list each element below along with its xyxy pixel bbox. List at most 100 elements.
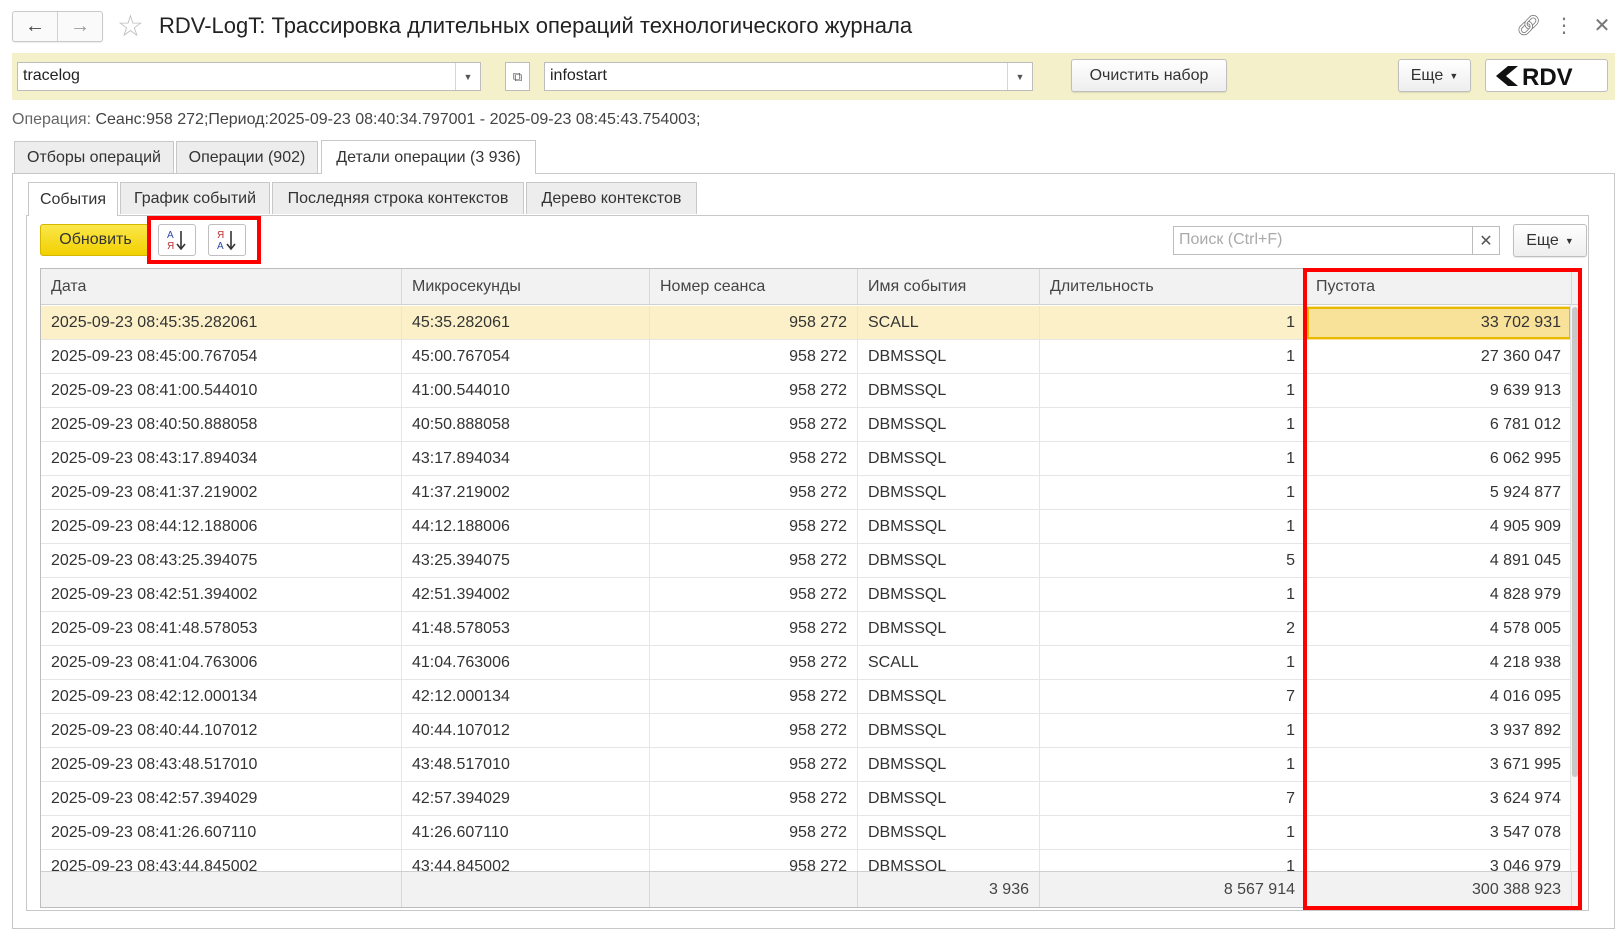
cell-event-name[interactable]: DBMSSQL xyxy=(858,374,1040,408)
table-row[interactable]: 2025-09-23 08:45:00.767054 45:00.767054 95… xyxy=(41,340,1572,374)
cell-microseconds[interactable]: 40:50.888058 xyxy=(402,408,650,442)
refresh-button[interactable]: Обновить xyxy=(40,224,151,256)
cell-event-name[interactable]: DBMSSQL xyxy=(858,782,1040,816)
cell-event-name[interactable]: SCALL xyxy=(858,646,1040,680)
link-icon[interactable]: 🔗︎ xyxy=(1516,14,1541,38)
cell-session[interactable]: 958 272 xyxy=(650,612,858,646)
cell-session[interactable]: 958 272 xyxy=(650,578,858,612)
cell-void[interactable]: 27 360 047 xyxy=(1306,340,1572,374)
cell-void[interactable]: 33 702 931 xyxy=(1306,306,1572,340)
cell-duration[interactable]: 1 xyxy=(1040,714,1306,748)
events-more-button[interactable]: Еще ▼ xyxy=(1513,224,1587,257)
table-row[interactable]: 2025-09-23 08:40:50.888058 40:50.888058 95… xyxy=(41,408,1572,442)
more-vertical-icon[interactable]: ⋮ xyxy=(1554,14,1574,38)
cell-microseconds[interactable]: 41:00.544010 xyxy=(402,374,650,408)
tab-context-tree[interactable]: Дерево контекстов xyxy=(526,182,697,214)
cell-session[interactable]: 958 272 xyxy=(650,680,858,714)
cell-date[interactable]: 2025-09-23 08:45:00.767054 xyxy=(41,340,402,374)
cell-session[interactable]: 958 272 xyxy=(650,374,858,408)
sort-ascending-button[interactable]: А Я xyxy=(158,224,196,256)
more-menu-button[interactable]: Еще ▼ xyxy=(1398,59,1471,92)
cell-date[interactable]: 2025-09-23 08:45:35.282061 xyxy=(41,306,402,340)
scrollbar-thumb[interactable] xyxy=(1572,307,1578,777)
cell-event-name[interactable]: DBMSSQL xyxy=(858,408,1040,442)
cell-event-name[interactable]: SCALL xyxy=(858,306,1040,340)
table-row[interactable]: 2025-09-23 08:42:51.394002 42:51.394002 95… xyxy=(41,578,1572,612)
log-type-dropdown-button[interactable]: ▼ xyxy=(455,63,480,90)
cell-duration[interactable]: 1 xyxy=(1040,646,1306,680)
cell-void[interactable]: 4 891 045 xyxy=(1306,544,1572,578)
cell-void[interactable]: 4 905 909 xyxy=(1306,510,1572,544)
cell-duration[interactable]: 7 xyxy=(1040,680,1306,714)
table-row[interactable]: 2025-09-23 08:43:48.517010 43:48.517010 95… xyxy=(41,748,1572,782)
cell-microseconds[interactable]: 41:48.578053 xyxy=(402,612,650,646)
cell-void[interactable]: 4 578 005 xyxy=(1306,612,1572,646)
cell-microseconds[interactable]: 41:26.607110 xyxy=(402,816,650,850)
infobase-dropdown-button[interactable]: ▼ xyxy=(1007,63,1032,90)
cell-event-name[interactable]: DBMSSQL xyxy=(858,442,1040,476)
cell-duration[interactable]: 1 xyxy=(1040,442,1306,476)
cell-date[interactable]: 2025-09-23 08:42:57.394029 xyxy=(41,782,402,816)
table-row[interactable]: 2025-09-23 08:41:04.763006 41:04.763006 95… xyxy=(41,646,1572,680)
cell-duration[interactable]: 1 xyxy=(1040,306,1306,340)
column-header-duration[interactable]: Длительность xyxy=(1040,269,1306,305)
cell-duration[interactable]: 5 xyxy=(1040,544,1306,578)
cell-void[interactable]: 4 828 979 xyxy=(1306,578,1572,612)
cell-event-name[interactable]: DBMSSQL xyxy=(858,612,1040,646)
cell-duration[interactable]: 7 xyxy=(1040,782,1306,816)
back-button[interactable]: ← xyxy=(13,12,57,41)
table-row[interactable]: 2025-09-23 08:43:17.894034 43:17.894034 95… xyxy=(41,442,1572,476)
cell-duration[interactable]: 1 xyxy=(1040,510,1306,544)
tab-operations[interactable]: Операции (902) xyxy=(176,141,318,173)
cell-event-name[interactable]: DBMSSQL xyxy=(858,476,1040,510)
cell-event-name[interactable]: DBMSSQL xyxy=(858,680,1040,714)
favorite-star-icon[interactable]: ☆ xyxy=(117,10,144,44)
table-row[interactable]: 2025-09-23 08:42:12.000134 42:12.000134 95… xyxy=(41,680,1572,714)
cell-void[interactable]: 6 062 995 xyxy=(1306,442,1572,476)
cell-event-name[interactable]: DBMSSQL xyxy=(858,544,1040,578)
cell-duration[interactable]: 1 xyxy=(1040,748,1306,782)
cell-session[interactable]: 958 272 xyxy=(650,340,858,374)
cell-date[interactable]: 2025-09-23 08:43:48.517010 xyxy=(41,748,402,782)
cell-void[interactable]: 3 624 974 xyxy=(1306,782,1572,816)
cell-session[interactable]: 958 272 xyxy=(650,544,858,578)
tab-events[interactable]: События xyxy=(28,182,118,216)
column-header-microseconds[interactable]: Микросекунды xyxy=(402,269,650,305)
table-row[interactable]: 2025-09-23 08:41:48.578053 41:48.578053 95… xyxy=(41,612,1572,646)
cell-session[interactable]: 958 272 xyxy=(650,306,858,340)
cell-microseconds[interactable]: 40:44.107012 xyxy=(402,714,650,748)
cell-session[interactable]: 958 272 xyxy=(650,646,858,680)
cell-microseconds[interactable]: 42:57.394029 xyxy=(402,782,650,816)
cell-microseconds[interactable]: 45:35.282061 xyxy=(402,306,650,340)
log-type-field[interactable]: tracelog ▼ xyxy=(17,62,481,91)
forward-button[interactable]: → xyxy=(57,12,102,41)
cell-void[interactable]: 6 781 012 xyxy=(1306,408,1572,442)
cell-date[interactable]: 2025-09-23 08:43:25.394075 xyxy=(41,544,402,578)
cell-session[interactable]: 958 272 xyxy=(650,782,858,816)
cell-microseconds[interactable]: 42:12.000134 xyxy=(402,680,650,714)
cell-session[interactable]: 958 272 xyxy=(650,408,858,442)
cell-duration[interactable]: 1 xyxy=(1040,816,1306,850)
tab-events-chart[interactable]: График событий xyxy=(120,182,270,214)
tab-last-context-line[interactable]: Последняя строка контекстов xyxy=(272,182,524,214)
cell-date[interactable]: 2025-09-23 08:41:37.219002 xyxy=(41,476,402,510)
cell-date[interactable]: 2025-09-23 08:41:04.763006 xyxy=(41,646,402,680)
infobase-field[interactable]: infostart ▼ xyxy=(544,62,1033,91)
table-row[interactable]: 2025-09-23 08:41:00.544010 41:00.544010 95… xyxy=(41,374,1572,408)
table-row[interactable]: 2025-09-23 08:41:26.607110 41:26.607110 95… xyxy=(41,816,1572,850)
cell-date[interactable]: 2025-09-23 08:41:26.607110 xyxy=(41,816,402,850)
cell-microseconds[interactable]: 43:48.517010 xyxy=(402,748,650,782)
table-row[interactable]: 2025-09-23 08:41:37.219002 41:37.219002 95… xyxy=(41,476,1572,510)
cell-void[interactable]: 9 639 913 xyxy=(1306,374,1572,408)
cell-date[interactable]: 2025-09-23 08:44:12.188006 xyxy=(41,510,402,544)
search-input[interactable]: Поиск (Ctrl+F) xyxy=(1173,226,1473,255)
cell-microseconds[interactable]: 41:04.763006 xyxy=(402,646,650,680)
tab-operation-details[interactable]: Детали операции (3 936) xyxy=(321,140,536,174)
cell-date[interactable]: 2025-09-23 08:42:12.000134 xyxy=(41,680,402,714)
open-log-button[interactable]: ⧉ xyxy=(505,62,530,91)
sort-descending-button[interactable]: Я А xyxy=(208,224,246,256)
tab-operation-filters[interactable]: Отборы операций xyxy=(14,141,174,173)
cell-microseconds[interactable]: 42:51.394002 xyxy=(402,578,650,612)
cell-void[interactable]: 5 924 877 xyxy=(1306,476,1572,510)
cell-event-name[interactable]: DBMSSQL xyxy=(858,714,1040,748)
